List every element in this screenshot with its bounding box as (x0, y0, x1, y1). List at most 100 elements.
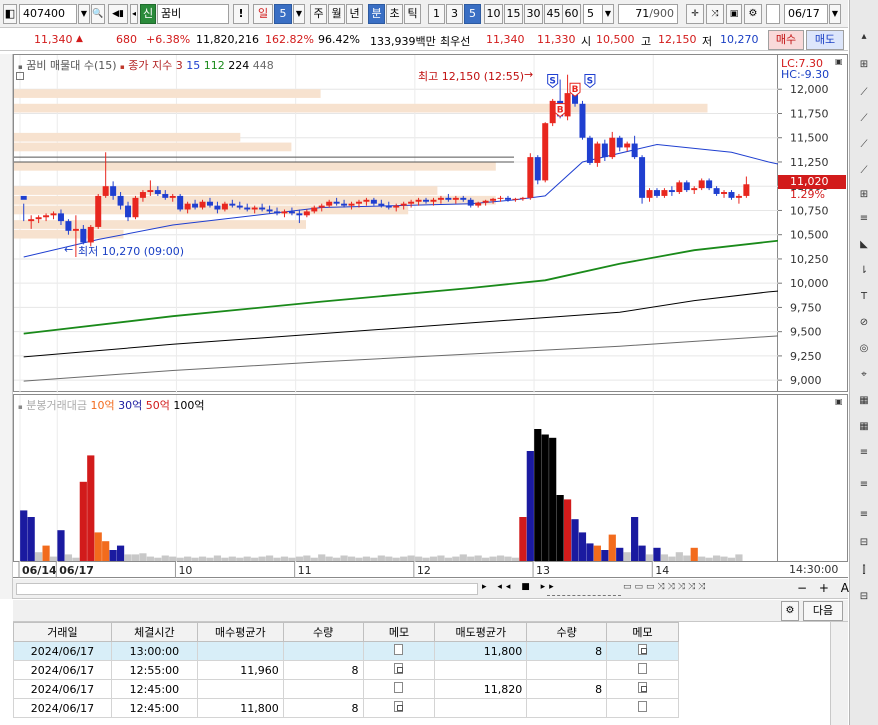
column-header[interactable]: 메모 (362, 622, 436, 642)
period-dropdown-icon[interactable]: ▼ (293, 4, 305, 24)
volume-chart-pane[interactable]: ▪ 분봉거래대금 10억 30억 50억 100억 (13, 394, 778, 563)
tool-icon-15[interactable]: ▦ (853, 392, 875, 410)
tool-icon-11[interactable]: T (853, 288, 875, 306)
tool-icon-12[interactable]: ⊘ (853, 314, 875, 332)
period-button-0[interactable]: 주 (310, 4, 327, 24)
interval-button-0[interactable]: 1 (428, 4, 445, 24)
tool-icon-16[interactable]: ▦ (853, 418, 875, 436)
interval-dropdown-icon[interactable]: ▼ (602, 4, 614, 24)
tool-icon-6[interactable]: ⟋ (853, 162, 875, 180)
tool-icon-17[interactable]: ≡ (853, 444, 875, 462)
memo-icon[interactable] (394, 682, 404, 693)
interval-button-2[interactable]: 5 (464, 4, 481, 24)
chart-menu-icon[interactable]: ◧ (3, 4, 17, 24)
table-row[interactable]: 2024/06/17 12:45:00 11,800 8 (13, 698, 679, 718)
column-header[interactable]: 수량 (526, 622, 608, 642)
tool-icon-10[interactable]: ⇂ (853, 262, 875, 280)
tool-icon-8[interactable]: ≡ (853, 210, 875, 228)
strength-value: 96.42% (318, 33, 360, 46)
chart-type-icon[interactable]: ⤨ (706, 4, 724, 24)
sell-button[interactable]: 매도 (806, 30, 844, 50)
tool-icon-13[interactable]: ◎ (853, 340, 875, 358)
table-settings-gear-icon[interactable]: ⚙ (781, 601, 799, 621)
period-button-5[interactable]: 틱 (404, 4, 421, 24)
memo-icon[interactable] (638, 663, 648, 674)
interval-button-1[interactable]: 3 (446, 4, 463, 24)
supply-zone-bar (14, 103, 708, 113)
search-icon[interactable]: 🔍 (91, 4, 105, 24)
next-button[interactable]: 다음 (803, 601, 843, 621)
volume-bar (79, 481, 87, 561)
column-header[interactable]: 메모 (606, 622, 679, 642)
period-button-3[interactable]: 분 (368, 4, 385, 24)
period-button-1[interactable]: 월 (328, 4, 345, 24)
column-header[interactable]: 매도평균가 (434, 622, 528, 642)
period-day-count[interactable]: 5 (274, 4, 292, 24)
stock-code-input[interactable]: 407400 (19, 4, 77, 24)
zoom-controls[interactable]: − + A (797, 581, 853, 595)
warning-button[interactable]: ! (233, 4, 249, 24)
interval-button-5[interactable]: 30 (524, 4, 543, 24)
pane-collapse-icon[interactable] (16, 72, 24, 80)
volume-bar (526, 451, 534, 561)
interval-button-3[interactable]: 10 (484, 4, 503, 24)
table-row[interactable]: 2024/06/17 12:45:00 11,820 8 (13, 679, 679, 699)
tool-icon-2[interactable]: ⊞ (853, 56, 875, 74)
stock-code-text: 407400 (23, 7, 65, 20)
date-input[interactable]: 06/17 (784, 4, 828, 24)
date-dropdown-icon[interactable]: ▼ (829, 4, 841, 24)
memo-icon[interactable] (394, 701, 404, 712)
speaker-icon[interactable]: ◀▮ (108, 4, 128, 24)
period-button-2[interactable]: 년 (346, 4, 363, 24)
volume-bar (385, 556, 393, 561)
tool-icon-18[interactable]: ≡ (853, 476, 875, 494)
count-field[interactable]: 71/900 (618, 4, 678, 24)
candle-body (288, 211, 295, 214)
column-header[interactable]: 체결시간 (110, 622, 198, 642)
table-row[interactable]: 2024/06/17 12:55:00 11,960 8 (13, 660, 679, 680)
tool-icon-1[interactable]: ▴ (853, 28, 875, 46)
interval-button-6[interactable]: 45 (544, 4, 563, 24)
signal-label: B (572, 85, 579, 95)
chart-scroll-track[interactable] (16, 583, 478, 595)
crosshair-icon[interactable]: ✛ (686, 4, 704, 24)
tool-icon-19[interactable]: ≡ (853, 506, 875, 524)
column-header[interactable]: 거래일 (13, 622, 112, 642)
price-chart-pane[interactable]: SBBS ▪ 꿈비 매물대 수(15) ▪ 종가 지수 3 15 112 224… (13, 54, 866, 393)
memo-icon[interactable] (638, 701, 648, 712)
buy-button[interactable]: 매수 (768, 30, 804, 50)
vol-pane-close-icon[interactable]: ▣ (835, 397, 843, 406)
tool-icon-22[interactable]: ⊟ (853, 588, 875, 606)
interval-button-7[interactable]: 60 (562, 4, 581, 24)
memo-icon[interactable] (638, 644, 648, 655)
memo-icon[interactable] (638, 682, 648, 693)
memo-icon[interactable] (394, 663, 404, 674)
date-checkbox[interactable] (766, 4, 780, 24)
prev-stock-icon[interactable]: ◂ (130, 4, 138, 24)
table-row[interactable]: 2024/06/17 13:00:00 11,800 8 (13, 641, 679, 661)
column-header[interactable]: 매수평균가 (196, 622, 284, 642)
period-button-4[interactable]: 초 (386, 4, 403, 24)
stock-name-field[interactable]: 꿈비 (157, 4, 229, 24)
tool-icon-21[interactable]: ⫿ (853, 562, 875, 580)
tool-icon-9[interactable]: ◣ (853, 236, 875, 254)
zoom-slider[interactable] (547, 582, 621, 596)
pane-close-icon[interactable]: ▣ (835, 57, 843, 66)
tool-icon-20[interactable]: ⊟ (853, 534, 875, 552)
memo-icon[interactable] (394, 644, 404, 655)
signal-label: B (557, 106, 564, 116)
stock-code-dropdown-icon[interactable]: ▼ (78, 4, 90, 24)
drawing-tools-icon[interactable]: ▭▭▭⤨⤨⤨⤨⤨ (623, 582, 709, 592)
tool-icon-7[interactable]: ⊞ (853, 186, 875, 204)
period-day-button[interactable]: 일 (253, 4, 273, 24)
table-vertical-scrollbar[interactable] (830, 622, 848, 725)
interval-button-4[interactable]: 15 (504, 4, 523, 24)
column-header[interactable]: 수량 (282, 622, 364, 642)
tool-icon-5[interactable]: ⟋ (853, 136, 875, 154)
volume-bar (221, 557, 229, 561)
tool-icon-4[interactable]: ⟋ (853, 110, 875, 128)
tool-icon-14[interactable]: ⌖ (853, 366, 875, 384)
tool-icon-3[interactable]: ⟋ (853, 84, 875, 102)
save-icon[interactable]: ▣ (726, 4, 742, 24)
settings-gear-icon[interactable]: ⚙ (744, 4, 762, 24)
